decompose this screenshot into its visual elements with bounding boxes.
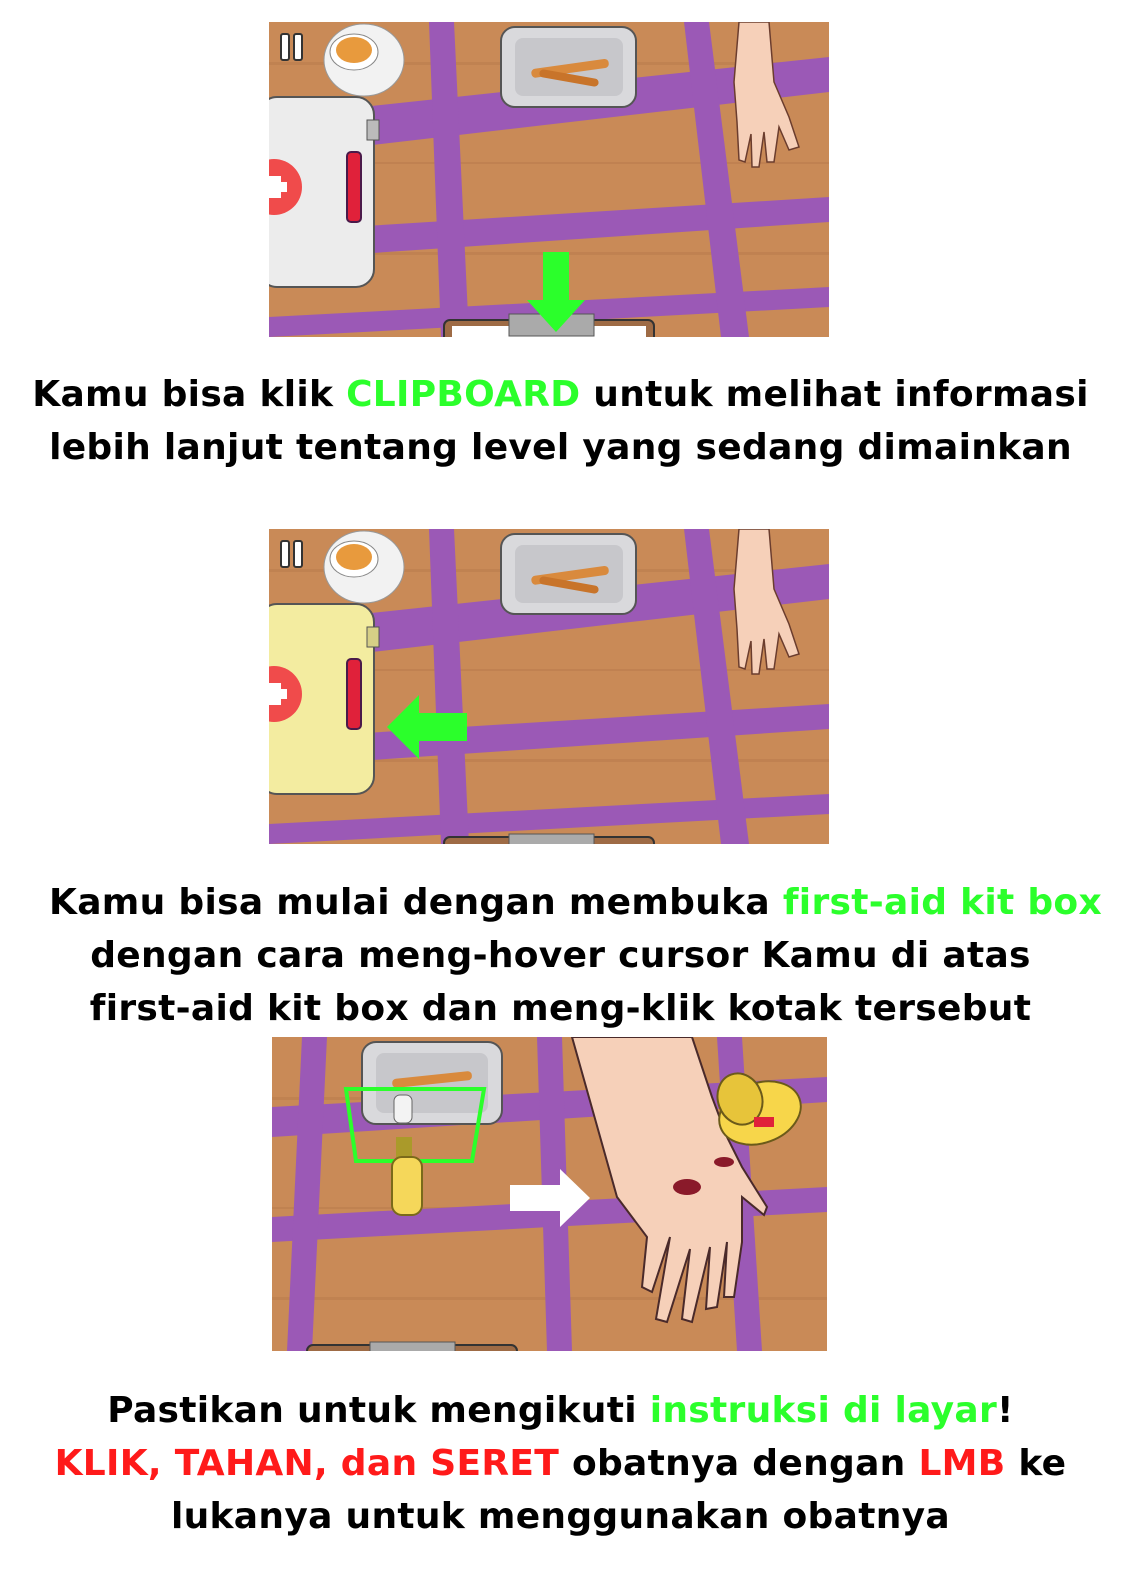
first-aid-kit-icon[interactable]: [269, 603, 380, 795]
caption-text: ke: [1005, 1443, 1067, 1484]
tea-cup-icon: [323, 530, 405, 604]
caption-text: untuk melihat informasi: [580, 374, 1089, 415]
caption-highlight: CLIPBOARD: [346, 374, 581, 415]
caption-step-1: Kamu bisa klik CLIPBOARD untuk melihat i…: [0, 368, 1121, 474]
caption-text: Kamu bisa mulai dengan membuka: [49, 882, 783, 923]
caption-highlight: KLIK, TAHAN, dan SERET: [54, 1443, 560, 1484]
caption-step-3: Pastikan untuk mengikuti instruksi di la…: [0, 1384, 1121, 1543]
tray-icon: [500, 533, 637, 615]
game-scene-2: [269, 529, 829, 844]
caption-text: obatnya dengan: [559, 1443, 919, 1484]
caption-text: lebih lanjut tentang level yang sedang d…: [49, 427, 1072, 468]
caption-text: dengan cara meng-hover cursor Kamu di at…: [90, 935, 1031, 976]
caption-highlight: first-aid kit box: [782, 882, 1102, 923]
caption-text: lukanya untuk menggunakan obatnya: [170, 1496, 951, 1537]
tea-cup-icon: [323, 23, 405, 97]
screenshot-first-aid-kit: [269, 529, 829, 844]
ointment-tube-icon: [393, 1094, 413, 1124]
wound: [673, 1179, 701, 1195]
caption-highlight: instruksi di layar: [649, 1390, 998, 1431]
screenshot-apply-medicine: [272, 1037, 827, 1351]
caption-text: !: [997, 1390, 1014, 1431]
caption-step-2: Kamu bisa mulai dengan membuka first-aid…: [0, 876, 1121, 1035]
caption-text: first-aid kit box dan meng-klik kotak te…: [89, 988, 1032, 1029]
game-scene-3: [272, 1037, 827, 1351]
first-aid-kit-icon[interactable]: [269, 96, 380, 288]
caption-highlight: LMB: [918, 1443, 1006, 1484]
game-scene-1: [269, 22, 829, 337]
caption-text: Kamu bisa klik: [32, 374, 347, 415]
screenshot-clipboard: [269, 22, 829, 337]
caption-text: Pastikan untuk mengikuti: [107, 1390, 650, 1431]
tray-icon: [500, 26, 637, 108]
